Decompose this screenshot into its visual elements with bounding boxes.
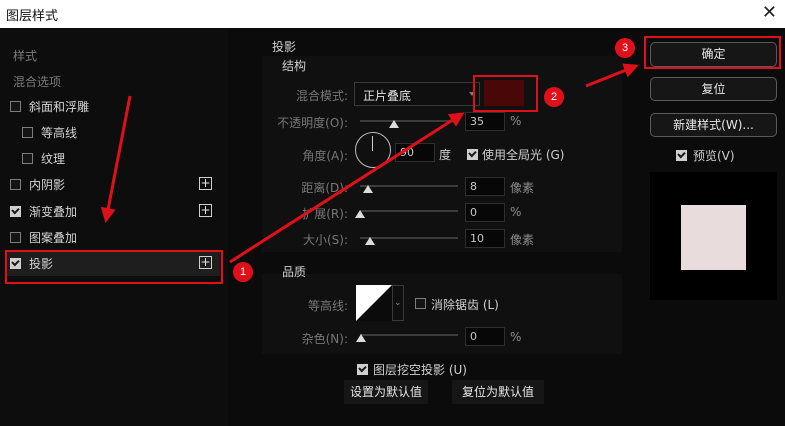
- step-badge-2: 2: [544, 87, 564, 107]
- step-badge-3: 3: [615, 38, 635, 58]
- annotation-arrows: [100, 63, 639, 264]
- arrow-to-drop-shadow: [100, 95, 132, 223]
- step-badge-1: 1: [233, 262, 253, 282]
- arrow-to-ok: [585, 63, 639, 88]
- arrow-to-color: [229, 112, 465, 264]
